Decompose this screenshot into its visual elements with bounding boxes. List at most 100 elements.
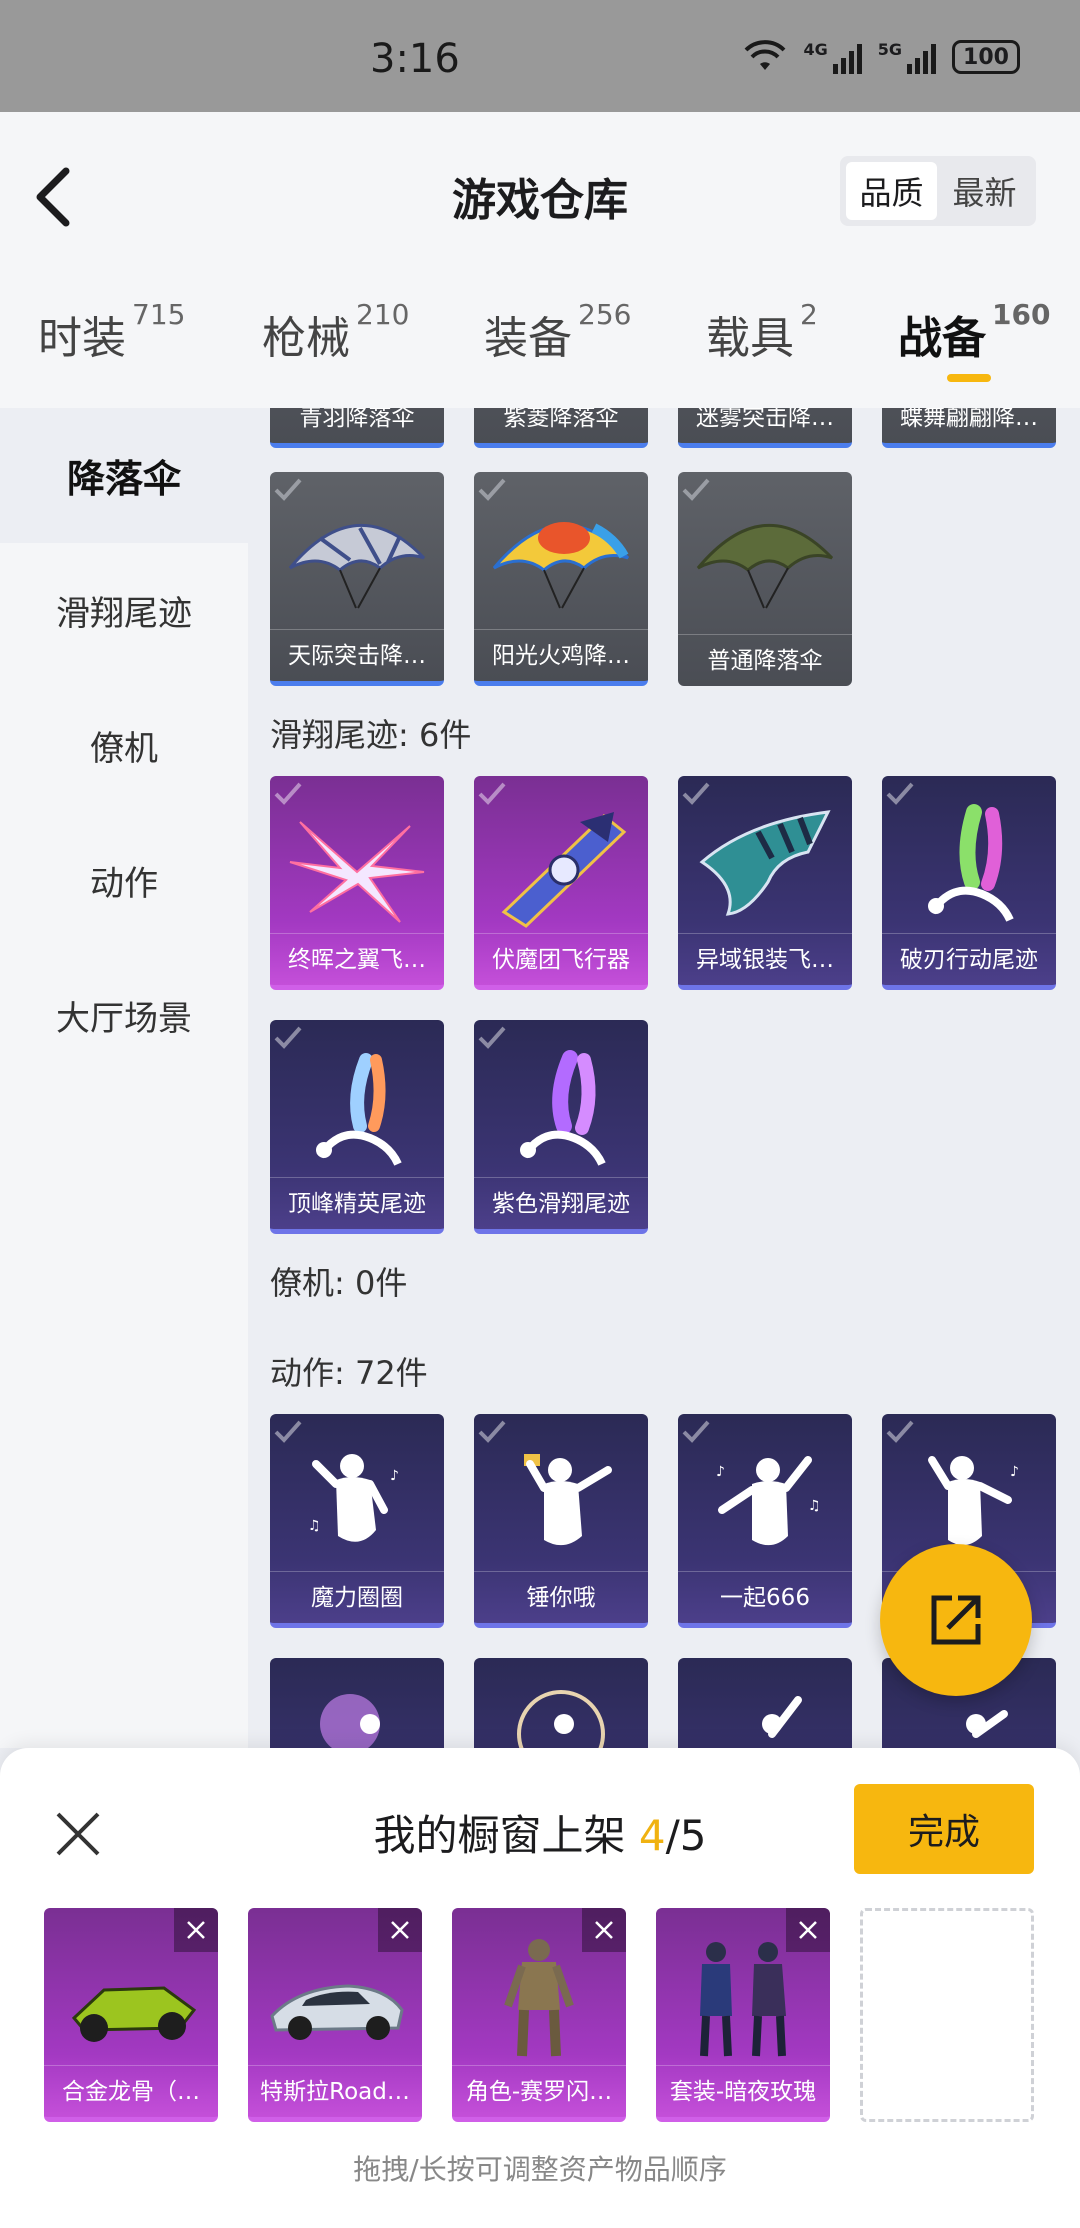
- showcase-slot[interactable]: 套装-暗夜玫瑰: [656, 1908, 830, 2122]
- sort-toggle: 品质 最新: [840, 156, 1036, 226]
- dance-pose-icon: [320, 1694, 380, 1748]
- nav-glide-trail[interactable]: 滑翔尾迹: [0, 543, 248, 678]
- wings-icon: [289, 821, 425, 923]
- tab-fashion[interactable]: 时装 715: [38, 298, 185, 366]
- item-card[interactable]: 终晖之翼飞…: [270, 776, 444, 990]
- item-card[interactable]: 锤你哦: [474, 1414, 648, 1628]
- item-card[interactable]: 普通降落伞: [678, 472, 852, 686]
- remove-icon[interactable]: [582, 1908, 626, 1952]
- section-header-trail: 滑翔尾迹: 6件: [270, 716, 472, 754]
- glider-icon: [501, 812, 627, 928]
- left-nav: 降落伞 滑翔尾迹 僚机 动作 大厅场景: [0, 408, 248, 1748]
- header: 游戏仓库 品质 最新 时装 715 枪械 210 装备 256 载具 2 战备 160: [0, 112, 1080, 408]
- item-card[interactable]: 紫菱降落伞: [474, 408, 648, 448]
- item-card[interactable]: 伏魔团飞行器: [474, 776, 648, 990]
- svg-text:♪: ♪: [1010, 1464, 1019, 1480]
- done-button[interactable]: 完成: [854, 1784, 1034, 1874]
- item-card[interactable]: 破刃行动尾迹: [882, 776, 1056, 990]
- item-card[interactable]: ♪ ♫ 一起666: [678, 1414, 852, 1628]
- item-label: 蝶舞翩翩降…: [882, 408, 1056, 437]
- category-tabs: 时装 715 枪械 210 装备 256 载具 2 战备 160: [0, 298, 1080, 382]
- item-label: 阳光火鸡降…: [474, 629, 648, 675]
- tab-combat-gear[interactable]: 战备 160: [898, 298, 1050, 366]
- item-card[interactable]: ♪ ♫ 魔力圈圈: [270, 1414, 444, 1628]
- item-card[interactable]: 异域银装飞…: [678, 776, 852, 990]
- section-header-wingman: 僚机: 0件: [270, 1264, 408, 1302]
- svg-text:♪: ♪: [390, 1468, 399, 1484]
- tab-equipment[interactable]: 装备 256: [484, 298, 631, 366]
- parachute-icon: [492, 522, 630, 609]
- active-tab-indicator: [947, 374, 991, 382]
- remove-icon[interactable]: [174, 1908, 218, 1952]
- share-button[interactable]: [880, 1544, 1032, 1696]
- remove-icon[interactable]: [378, 1908, 422, 1952]
- smoke-trail-icon: [928, 804, 1014, 922]
- nav-action[interactable]: 动作: [0, 813, 248, 948]
- wifi-icon: [745, 40, 786, 70]
- item-card[interactable]: 天际突击降…: [270, 472, 444, 686]
- item-label: 普通降落伞: [678, 634, 852, 680]
- item-label: 伏魔团飞行器: [474, 933, 648, 979]
- nav-parachute[interactable]: 降落伞: [0, 408, 248, 543]
- svg-text:♪: ♪: [716, 1464, 725, 1480]
- signal-4g-icon: 4G: [803, 40, 862, 74]
- sort-quality-button[interactable]: 品质: [846, 162, 937, 220]
- item-label: 顶峰精英尾迹: [270, 1177, 444, 1223]
- item-card[interactable]: 青羽降落伞: [270, 408, 444, 448]
- svg-text:♫: ♫: [808, 1498, 821, 1514]
- slot-label: 合金龙骨（…: [44, 2065, 218, 2111]
- reorder-hint: 拖拽/长按可调整资产物品顺序: [353, 2153, 727, 2186]
- dance-pose-icon: [762, 1696, 802, 1738]
- item-label: 魔力圈圈: [270, 1571, 444, 1617]
- tab-guns[interactable]: 枪械 210: [262, 298, 409, 366]
- item-label: 紫菱降落伞: [474, 408, 648, 437]
- signal-5g-icon: 5G: [878, 40, 936, 74]
- item-card[interactable]: [270, 1658, 444, 1748]
- showcase-count: 4: [638, 1811, 666, 1860]
- item-label: 一起666: [678, 1571, 852, 1617]
- battery-icon: 100: [952, 40, 1020, 74]
- showcase-slot[interactable]: 角色-赛罗闪…: [452, 1908, 626, 2122]
- nav-wingman[interactable]: 僚机: [0, 678, 248, 813]
- item-label: 天际突击降…: [270, 629, 444, 675]
- section-header-action: 动作: 72件: [270, 1354, 428, 1392]
- item-label: 紫色滑翔尾迹: [474, 1177, 648, 1223]
- wing-glider-icon: [699, 810, 831, 916]
- sort-newest-button[interactable]: 最新: [939, 162, 1030, 220]
- slot-label: 角色-赛罗闪…: [452, 2065, 626, 2111]
- item-card[interactable]: 迷雾突击降…: [678, 408, 852, 448]
- nav-lobby-scene[interactable]: 大厅场景: [0, 948, 248, 1083]
- tab-vehicles[interactable]: 载具 2: [706, 298, 818, 366]
- slot-label: 特斯拉Road…: [248, 2065, 422, 2111]
- parachute-icon: [288, 524, 426, 609]
- showcase-slot[interactable]: 合金龙骨（…: [44, 1908, 218, 2122]
- item-card[interactable]: 顶峰精英尾迹: [270, 1020, 444, 1234]
- dance-pose-icon: [524, 1454, 612, 1546]
- item-label: 锤你哦: [474, 1571, 648, 1617]
- smoke-trail-icon: [520, 1050, 606, 1166]
- smoke-trail-icon: [316, 1053, 402, 1166]
- showcase-sheet: 我的橱窗上架 4/5 完成 合金龙骨（… 特斯拉Road… 角色-赛罗闪… 套装…: [0, 1748, 1080, 2228]
- svg-text:♫: ♫: [308, 1518, 321, 1534]
- dance-pose-icon: [517, 1690, 605, 1748]
- item-card[interactable]: [474, 1658, 648, 1748]
- remove-icon[interactable]: [786, 1908, 830, 1952]
- status-icons: 4G 5G 100: [743, 40, 1020, 74]
- item-card[interactable]: 阳光火鸡降…: [474, 472, 648, 686]
- item-label: 青羽降落伞: [270, 408, 444, 437]
- status-bar: 3:16 4G 5G 100: [0, 0, 1080, 112]
- item-card[interactable]: 紫色滑翔尾迹: [474, 1020, 648, 1234]
- item-label: 破刃行动尾迹: [882, 933, 1056, 979]
- parachute-icon: [696, 524, 834, 609]
- share-external-icon: [931, 1595, 981, 1645]
- empty-showcase-slot[interactable]: [860, 1908, 1034, 2122]
- item-card[interactable]: 蝶舞翩翩降…: [882, 408, 1056, 448]
- item-card[interactable]: [678, 1658, 852, 1748]
- item-label: 迷雾突击降…: [678, 408, 852, 437]
- item-label: 异域银装飞…: [678, 933, 852, 979]
- status-time: 3:16: [370, 36, 460, 82]
- dance-pose-icon: ♪♫: [308, 1454, 399, 1542]
- item-label: 终晖之翼飞…: [270, 933, 444, 979]
- dance-pose-icon: ♪♫: [716, 1456, 821, 1546]
- showcase-slot[interactable]: 特斯拉Road…: [248, 1908, 422, 2122]
